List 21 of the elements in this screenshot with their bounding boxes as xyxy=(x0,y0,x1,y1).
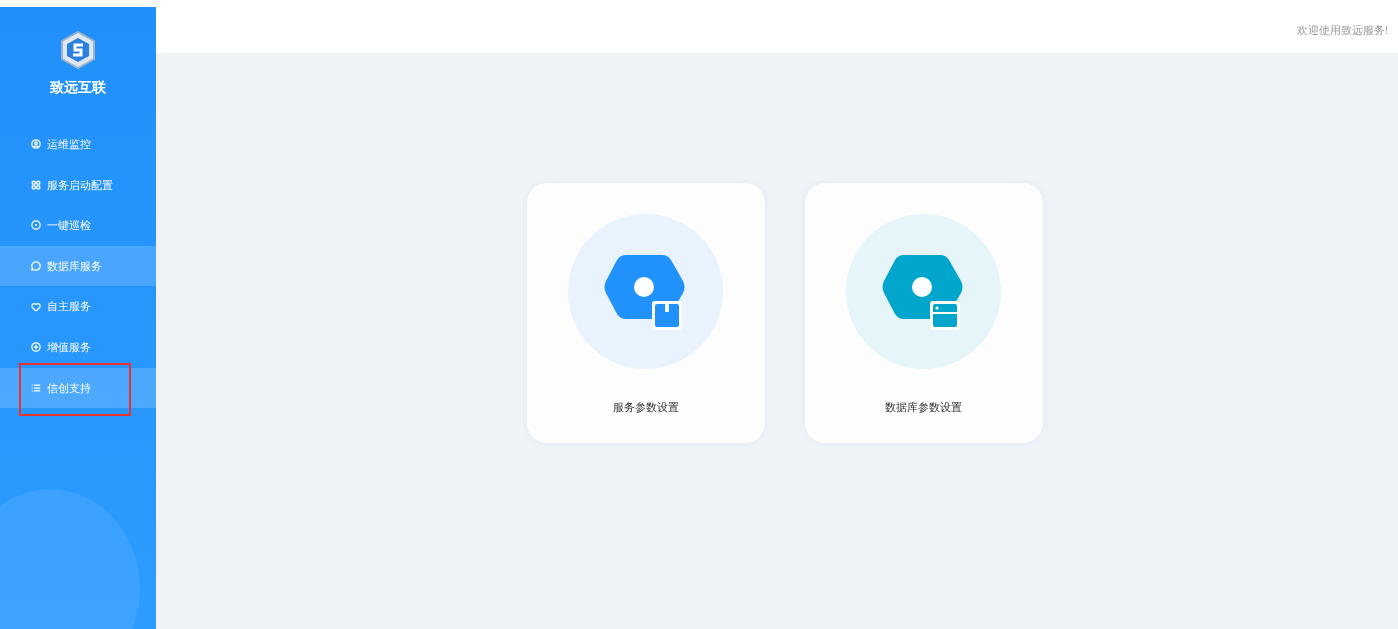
card-title: 数据库参数设置 xyxy=(885,400,962,415)
welcome-text: 欢迎使用致远服务! xyxy=(1296,22,1388,38)
sidebar-item[interactable]: 增值服务 xyxy=(0,326,156,368)
menu-icon xyxy=(31,139,41,150)
sidebar-item[interactable]: 服务启动配置 xyxy=(0,164,156,206)
settings-card[interactable]: 服务参数设置 xyxy=(526,183,765,443)
menu-icon xyxy=(31,179,41,190)
menu-icon xyxy=(31,220,41,231)
sidebar-item[interactable]: 数据库服务 xyxy=(0,245,156,287)
menu-icon xyxy=(31,342,41,353)
menu-icon xyxy=(31,382,41,393)
brand-name: 致远互联 xyxy=(50,78,106,97)
shield-logo-icon xyxy=(60,31,96,69)
sidebar-item[interactable]: 运维监控 xyxy=(0,124,156,165)
menu-icon xyxy=(31,301,41,312)
menu-icon xyxy=(31,261,41,272)
sidebar-item[interactable]: 自主服务 xyxy=(0,286,156,327)
card-title: 服务参数设置 xyxy=(612,400,679,415)
sidebar-item[interactable]: 一键巡检 xyxy=(0,205,156,246)
settings-card[interactable]: 数据库参数设置 xyxy=(804,183,1043,443)
sidebar-item[interactable]: 信创支持 xyxy=(0,367,156,409)
